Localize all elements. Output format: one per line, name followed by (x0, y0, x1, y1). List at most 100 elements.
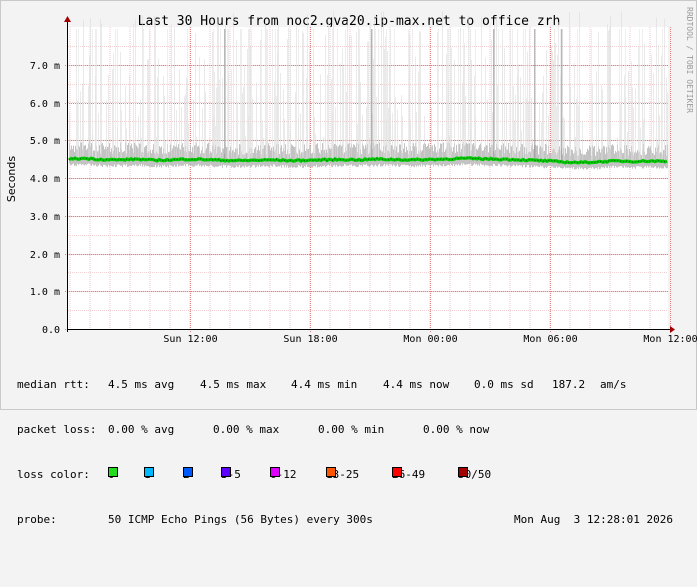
smoke-spike (464, 43, 465, 159)
smoke-spike (624, 75, 625, 162)
smoke-spike (642, 29, 643, 162)
smoke-spike (261, 29, 262, 161)
x-tick-label: Sun 18:00 (283, 334, 337, 345)
smoke-spike (154, 16, 155, 161)
smoke-column (269, 145, 270, 168)
smoke-column (630, 152, 631, 168)
smoke-spike (431, 107, 432, 160)
smoke-column (545, 143, 546, 167)
smoke-column (102, 143, 103, 168)
smoke-spike (375, 29, 376, 160)
smoke-column (226, 147, 227, 168)
smoke-spike (125, 86, 126, 160)
smoke-column (613, 145, 614, 166)
smoke-spike (475, 29, 476, 159)
smoke-spike (186, 77, 187, 160)
smoke-spike (555, 42, 556, 162)
smoke-spike (659, 115, 660, 162)
smoke-column (537, 145, 538, 167)
smoke-spike (582, 121, 583, 163)
smoke-spike (504, 48, 505, 160)
smoke-spike (607, 24, 608, 162)
smoke-column (469, 143, 470, 165)
smoke-spike (315, 133, 316, 161)
smoke-spike (653, 73, 654, 162)
smoke-column (270, 150, 271, 165)
smoke-spike (320, 74, 321, 160)
median-label: median rtt: (17, 378, 90, 391)
smoke-column (489, 142, 490, 167)
smoke-column (339, 144, 340, 166)
loss-now: 0.00 % now (423, 423, 490, 436)
smoke-spike (458, 29, 459, 159)
smoke-spike (639, 29, 640, 162)
smoke-spike (274, 82, 275, 160)
smoke-column (294, 146, 295, 168)
smoke-column (589, 145, 590, 169)
smoke-spike (470, 29, 471, 159)
smoke-spike (214, 71, 215, 160)
smoke-column (305, 150, 306, 167)
smoke-spike (386, 29, 387, 160)
smoke-spike (267, 29, 268, 161)
smoke-spike (450, 29, 451, 159)
smoke-spike (335, 107, 336, 160)
smoke-column (599, 149, 600, 170)
smoke-column (637, 150, 638, 167)
smoke-spike (416, 112, 417, 160)
smoke-spike (531, 97, 532, 161)
loss-color-label: loss color: (17, 468, 90, 481)
smoke-spike (625, 29, 626, 162)
smoke-column (177, 147, 178, 165)
smoke-column (197, 146, 198, 166)
smoke-column (116, 147, 117, 167)
smoke-spike (638, 46, 639, 162)
smoke-column (79, 146, 80, 164)
smoke-column (636, 152, 637, 167)
smoke-spike (356, 32, 357, 160)
smoke-spike (96, 29, 97, 160)
smoke-column (104, 149, 105, 165)
loss-color-item: 3-5 (221, 467, 241, 482)
smoke-spike (217, 18, 218, 161)
smoke-spike (290, 29, 291, 161)
smoke-spike (598, 31, 599, 162)
smoke-spike (554, 28, 555, 162)
smoke-column (615, 150, 616, 167)
smoke-spike (247, 48, 248, 161)
smoke-spike (140, 99, 141, 160)
smoke-spike (513, 85, 514, 160)
smoke-column (648, 146, 649, 168)
loss-color-item: 50/50 (458, 467, 491, 482)
smoke-spike (640, 127, 641, 162)
smoke-column (435, 146, 436, 166)
smoke-spike (78, 29, 79, 159)
smoke-spike (288, 28, 289, 161)
y-tick-label: 0.0 (42, 325, 60, 336)
smoke-column (426, 146, 427, 165)
smoke-spike (506, 101, 507, 160)
loss-color-swatch (221, 467, 231, 477)
smoke-spike (129, 74, 130, 160)
smoke-spike (92, 29, 93, 159)
smoke-spike (474, 75, 475, 159)
smoke-spike (610, 15, 611, 162)
smoke-spike (275, 29, 276, 160)
smoke-column (207, 143, 208, 166)
smoke-column (271, 147, 272, 167)
smoke-spike (133, 23, 134, 160)
legend-stats: median rtt: 4.5 ms avg 4.5 ms max 4.4 ms… (17, 347, 687, 557)
y-axis-arrow (64, 16, 71, 22)
smoke-column (190, 144, 191, 166)
smoke-spike (387, 50, 388, 160)
smoke-spike (278, 21, 279, 161)
smoke-column (467, 143, 468, 165)
smoke-column (194, 145, 195, 167)
smoke-column (344, 152, 345, 165)
smoke-spike (631, 61, 632, 162)
loss-color-item: 1 (144, 467, 154, 482)
x-tick-label: Mon 00:00 (403, 334, 457, 345)
smoke-spike (451, 47, 452, 159)
smoke-spike (369, 138, 370, 160)
smoke-spike (90, 18, 91, 159)
